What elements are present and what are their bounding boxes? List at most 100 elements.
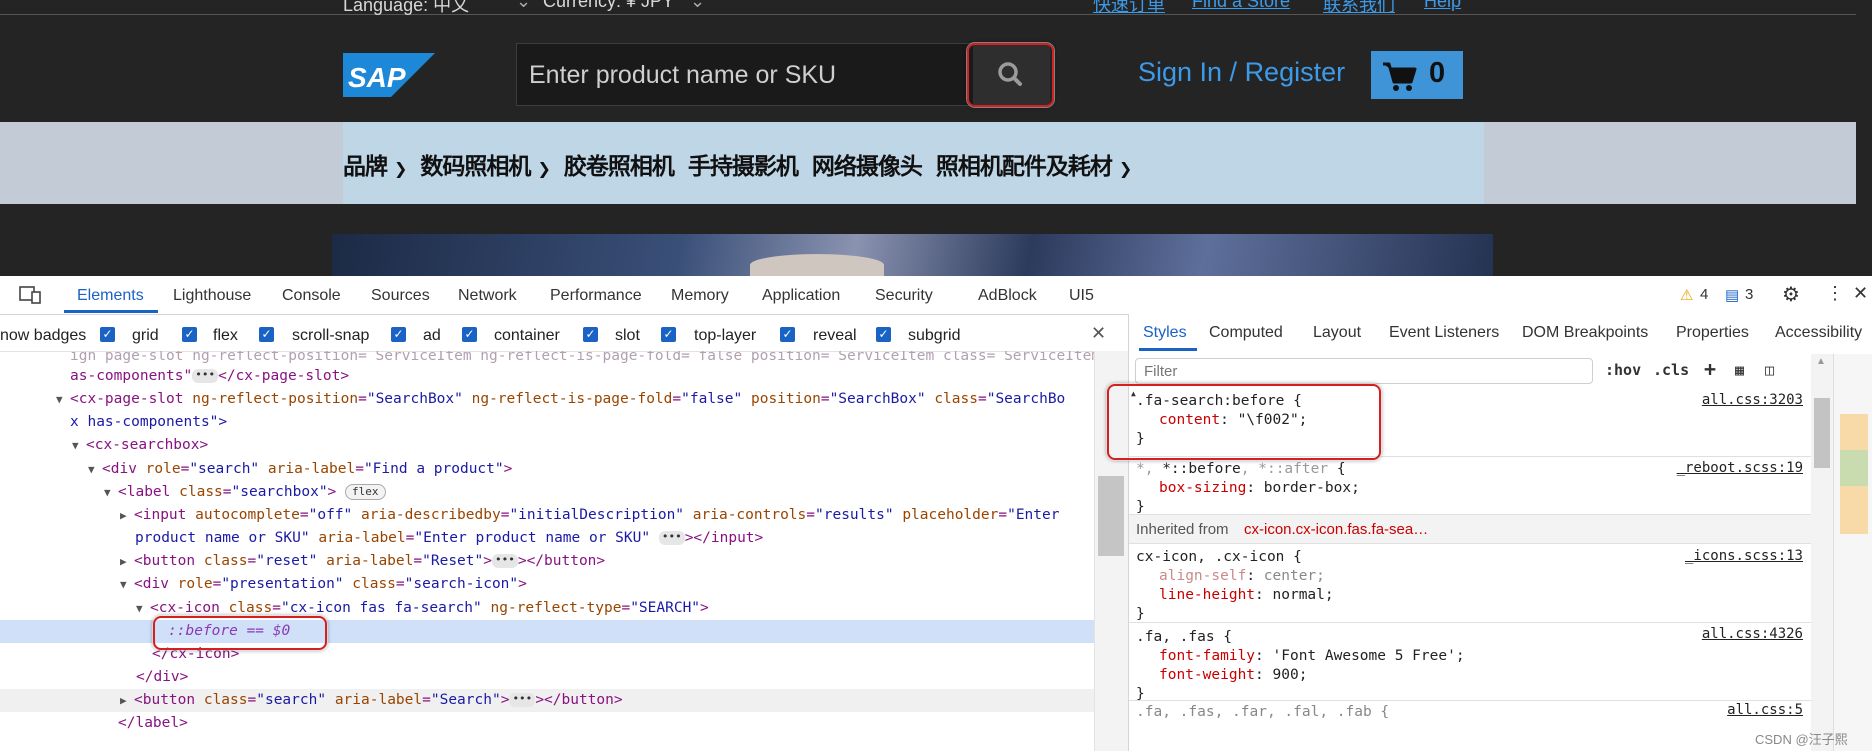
checkbox-subgrid[interactable]: ✓ xyxy=(876,327,891,342)
warnings-count[interactable]: 4 xyxy=(1700,286,1708,303)
gear-icon[interactable]: ⚙ xyxy=(1782,282,1800,307)
source-link[interactable]: _icons.scss:13 xyxy=(1685,548,1803,564)
checkbox-flex[interactable]: ✓ xyxy=(182,327,197,342)
dom-line-selected[interactable]: ::before == $0 xyxy=(0,620,1094,643)
dom-line[interactable]: </cx-icon> xyxy=(152,643,239,666)
active-tab-indicator xyxy=(64,310,158,313)
tab-network[interactable]: Network xyxy=(458,287,517,305)
css-rule[interactable]: cx-icon, .cx-icon { align-self: center; … xyxy=(1129,544,1811,623)
tab-elements[interactable]: Elements xyxy=(77,287,144,305)
tab-application[interactable]: Application xyxy=(762,287,840,305)
close-icon[interactable]: ✕ xyxy=(1091,323,1106,344)
checkbox-slot[interactable]: ✓ xyxy=(583,327,598,342)
css-rule[interactable]: .fa, .fas, .far, .fal, .fab { all.css:5 xyxy=(1129,700,1811,751)
nav-item-camcorders[interactable]: 手持摄影机 xyxy=(688,147,799,181)
add-rule-icon[interactable]: + xyxy=(1704,357,1716,381)
cart-button[interactable]: 0 xyxy=(1371,51,1463,99)
tab-layout[interactable]: Layout xyxy=(1313,324,1361,342)
nav-item-digital-cameras[interactable]: 数码照相机 ❯ xyxy=(420,147,550,181)
find-store-link[interactable]: Find a Store xyxy=(1192,0,1290,12)
tab-ui5[interactable]: UI5 xyxy=(1069,287,1094,305)
dom-tree[interactable]: ign page-slot ng-reflect-position= Servi… xyxy=(0,351,1094,751)
checkbox-scroll-snap[interactable]: ✓ xyxy=(259,327,274,342)
category-nav-items: 品牌 ❯ 数码照相机 ❯ 胶卷照相机 手持摄影机 网络摄像头 照相机配件及耗材 … xyxy=(343,147,1132,181)
nav-item-webcams[interactable]: 网络摄像头 xyxy=(812,147,923,181)
search-input[interactable] xyxy=(527,54,971,96)
dom-line[interactable]: as-components" ••• </cx-page-slot> xyxy=(70,365,349,388)
css-rule[interactable]: .fa, .fas { font-family: 'Font Awesome 5… xyxy=(1129,622,1811,702)
warning-icon[interactable]: ⚠ xyxy=(1680,286,1693,304)
checkbox-grid[interactable]: ✓ xyxy=(100,327,115,342)
tab-console[interactable]: Console xyxy=(282,287,341,305)
nav-item-film-cameras[interactable]: 胶卷照相机 xyxy=(564,147,675,181)
dom-line[interactable]: </div> xyxy=(136,666,188,689)
tab-properties[interactable]: Properties xyxy=(1676,324,1749,342)
message-icon[interactable]: ▤ xyxy=(1725,286,1739,304)
tab-security[interactable]: Security xyxy=(875,287,933,305)
source-link[interactable]: all.css:3203 xyxy=(1702,392,1803,408)
dom-line[interactable]: x has-components"> xyxy=(70,411,227,434)
dom-line[interactable]: ▼ <cx-icon class="cx-icon fas fa-search" … xyxy=(136,597,709,620)
dom-line[interactable]: ▼ <div role="presentation" class="search-… xyxy=(120,573,527,596)
tab-lighthouse[interactable]: Lighthouse xyxy=(173,287,251,305)
class-toggle[interactable]: .cls xyxy=(1653,361,1689,379)
dom-line[interactable]: ▼ <div role="search" aria-label="Find a p… xyxy=(88,458,512,481)
styles-scrollbar-thumb[interactable] xyxy=(1814,398,1830,468)
language-selector[interactable]: Language: 中文 xyxy=(343,0,469,17)
dom-line[interactable]: </label> xyxy=(118,712,188,735)
close-icon[interactable]: ✕ xyxy=(1853,283,1868,304)
tab-performance[interactable]: Performance xyxy=(550,287,642,305)
hover-state-toggle[interactable]: :hov xyxy=(1605,361,1641,379)
quick-order-link[interactable]: 快速订单 xyxy=(1093,0,1165,17)
dom-line[interactable]: ▼ <cx-searchbox> xyxy=(72,434,208,457)
nav-item-brands[interactable]: 品牌 ❯ xyxy=(343,147,407,181)
source-link[interactable]: all.css:5 xyxy=(1727,702,1803,718)
source-link[interactable]: all.css:4326 xyxy=(1702,626,1803,642)
tab-styles[interactable]: Styles xyxy=(1143,324,1187,342)
dom-line[interactable]: product name or SKU" aria-label="Enter p… xyxy=(135,527,763,550)
tab-memory[interactable]: Memory xyxy=(671,287,729,305)
help-link[interactable]: Help xyxy=(1424,0,1461,12)
checkbox-reveal[interactable]: ✓ xyxy=(780,327,795,342)
tab-dom-breakpoints[interactable]: DOM Breakpoints xyxy=(1522,324,1648,342)
top-utility-bar: Language: 中文 ⌄ Currency: ¥ JPY ⌄ 快速订单 Fi… xyxy=(0,0,1872,15)
dom-line[interactable]: ▼ <cx-page-slot ng-reflect-position="Sear… xyxy=(56,388,1065,411)
device-toolbar-icon[interactable] xyxy=(18,285,42,305)
search-button[interactable] xyxy=(973,44,1050,105)
badge-label-reveal: reveal xyxy=(813,327,857,344)
messages-count[interactable]: 3 xyxy=(1745,286,1753,303)
page-scrollbar[interactable] xyxy=(1856,0,1872,276)
dom-line[interactable]: ▶ <button class="search" aria-label="Sear… xyxy=(0,689,1094,712)
badge-label-slot: slot xyxy=(615,327,640,344)
sidebar-toggle-icon[interactable]: ◫ xyxy=(1765,361,1774,379)
sap-logo[interactable]: SAP xyxy=(343,53,435,97)
active-tab-indicator xyxy=(1139,348,1197,351)
more-options-icon[interactable]: ⋮ xyxy=(1826,283,1844,304)
contact-us-link[interactable]: 联系我们 xyxy=(1323,0,1395,17)
expand-triangle-icon: ▶ xyxy=(120,694,127,707)
css-rule[interactable]: *, *::before, *::after { box-sizing: bor… xyxy=(1129,456,1811,515)
checkbox-container[interactable]: ✓ xyxy=(462,327,477,342)
source-link[interactable]: _reboot.scss:19 xyxy=(1677,460,1803,476)
tab-adblock[interactable]: AdBlock xyxy=(978,287,1037,305)
css-rule[interactable]: ▲ .fa-search:before { content: "\f002"; … xyxy=(1129,388,1811,457)
chevron-down-icon: ❯ xyxy=(394,159,407,178)
tab-event-listeners[interactable]: Event Listeners xyxy=(1389,324,1499,342)
tab-accessibility[interactable]: Accessibility xyxy=(1775,324,1862,342)
dom-line[interactable]: ▶ <button class="reset" aria-label="Reset… xyxy=(120,550,605,573)
dom-line[interactable]: ▼ <label class="searchbox"> flex xyxy=(104,481,386,504)
currency-selector[interactable]: Currency: ¥ JPY xyxy=(543,0,674,12)
tab-sources[interactable]: Sources xyxy=(371,287,430,305)
flex-badge[interactable]: flex xyxy=(345,484,386,500)
checkbox-top-layer[interactable]: ✓ xyxy=(661,327,676,342)
dom-line[interactable]: ▶ <input autocomplete="off" aria-describe… xyxy=(120,504,1059,527)
hero-banner[interactable] xyxy=(332,234,1493,276)
nav-item-accessories[interactable]: 照相机配件及耗材 ❯ xyxy=(936,147,1132,181)
styles-filter-input[interactable]: Filter xyxy=(1135,358,1593,384)
dom-scrollbar-thumb[interactable] xyxy=(1098,476,1124,556)
inherited-element-link[interactable]: cx-icon.cx-icon.fas.fa-sea… xyxy=(1244,521,1428,538)
sign-in-register-link[interactable]: Sign In / Register xyxy=(1138,57,1345,88)
checkbox-ad[interactable]: ✓ xyxy=(391,327,406,342)
tab-computed[interactable]: Computed xyxy=(1209,324,1283,342)
paint-brush-icon[interactable]: ▦ xyxy=(1735,361,1744,379)
